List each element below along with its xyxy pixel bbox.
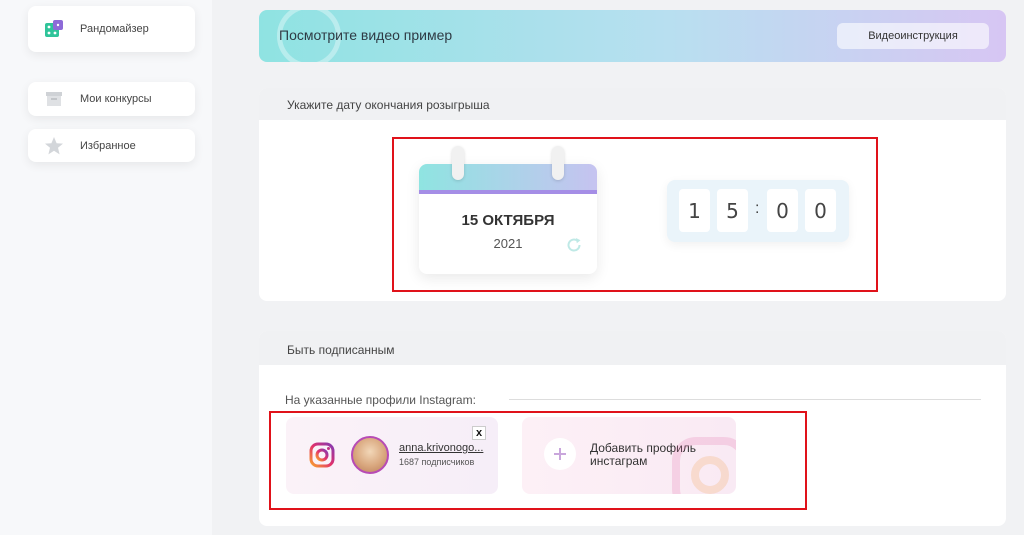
star-icon [44, 136, 64, 156]
box-icon [44, 89, 64, 109]
video-instruction-button[interactable]: Видеоинструкция [837, 23, 989, 49]
sidebar: Рандомайзер Мои конкурсы Избранное [0, 0, 212, 535]
sidebar-item-favorites[interactable]: Избранное [28, 129, 195, 162]
highlight-box [392, 137, 878, 292]
profiles-label: На указанные профили Instagram: [285, 393, 476, 407]
subscribe-card: Быть подписанным На указанные профили In… [259, 331, 1006, 526]
main-content: Посмотрите видео пример Видеоинструкция … [212, 0, 1024, 535]
video-banner: Посмотрите видео пример Видеоинструкция [259, 10, 1006, 62]
sidebar-item-label: Мои конкурсы [80, 93, 152, 105]
dice-icon [44, 19, 64, 39]
sidebar-item-my-contests[interactable]: Мои конкурсы [28, 82, 195, 116]
subscribe-heading: Быть подписанным [259, 331, 1006, 365]
divider [509, 399, 981, 400]
sidebar-item-label: Избранное [80, 139, 136, 152]
sidebar-item-randomizer[interactable]: Рандомайзер [28, 6, 195, 52]
end-date-card: Укажите дату окончания розыгрыша 15 ОКТЯ… [259, 88, 1006, 301]
banner-title: Посмотрите видео пример [279, 27, 453, 43]
sidebar-item-label: Рандомайзер [80, 23, 149, 35]
highlight-box [269, 411, 807, 510]
end-date-heading: Укажите дату окончания розыгрыша [259, 88, 1006, 120]
